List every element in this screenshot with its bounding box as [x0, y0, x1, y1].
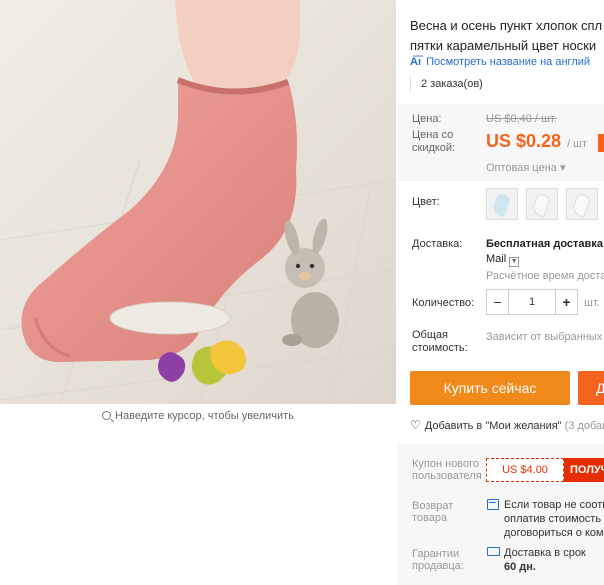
returns-line-1: Если товар не соотв [504, 499, 604, 511]
price-label: Цена: [412, 113, 442, 125]
total-label-line-1: Общая [412, 329, 448, 341]
total-label-line-2: стоимость: [412, 342, 468, 354]
coupon-label-line-1: Купон нового [412, 458, 480, 470]
translate-icon: A͞ı [410, 56, 421, 68]
returns-line-3: договориться о ком [504, 527, 604, 539]
translate-link-text: Посмотреть название на англий [426, 56, 591, 68]
buy-now-button[interactable]: Купить сейчас [410, 371, 570, 405]
orders-count: 2 заказа(ов) [410, 76, 487, 92]
guarantee-label: Гарантии продавца: [412, 548, 464, 572]
product-info-panel: Весна и осень пункт хлопок спл пятки кар… [398, 0, 604, 585]
sock-icon [530, 192, 552, 218]
returns-label-line-1: Возврат [412, 500, 454, 512]
shipping-carrier-select[interactable]: Mail ▼ [486, 253, 520, 267]
product-title: Весна и осень пункт хлопок спл пятки кар… [410, 16, 604, 56]
get-coupon-button[interactable]: ПОЛУЧ [564, 458, 604, 482]
coupon-label: Купон нового пользователя [412, 458, 482, 482]
heart-icon: ♡ [410, 418, 421, 432]
sock-icon [490, 192, 512, 218]
discount-label-line-1: Цена со [412, 129, 454, 141]
color-swatch-white-2[interactable] [566, 188, 598, 220]
translate-link[interactable]: A͞ı Посмотреть название на англий [410, 56, 590, 68]
truck-icon [487, 547, 500, 556]
shipping-value: Бесплатная доставка в [486, 238, 604, 250]
returns-line-2: оплатив стоимость с [504, 513, 604, 525]
total-label: Общая стоимость: [412, 329, 468, 355]
total-value: Зависит от выбранных [486, 331, 603, 343]
zoom-hint: Наведите курсор, чтобы увеличить [0, 410, 396, 422]
price-unit: / шт [567, 138, 588, 150]
discount-label-line-2: скидкой: [412, 142, 456, 154]
add-to-wishlist-link[interactable]: ♡ Добавить в "Мои желания" (3 добав [410, 418, 604, 432]
quantity-unit: шт. [584, 297, 600, 309]
guarantee-text: Доставка в срок 60 дн. [504, 546, 586, 574]
quantity-stepper: − 1 + [486, 289, 578, 315]
add-to-cart-button[interactable]: Д [578, 371, 604, 405]
returns-label-line-2: товара [412, 512, 448, 524]
coupon-label-line-2: пользователя [412, 470, 482, 482]
chevron-down-icon: ▼ [509, 257, 520, 267]
product-photo-illustration [0, 0, 396, 404]
guarantee-line-1: Доставка в срок [504, 547, 586, 559]
coupon-amount: US $4.00 [486, 458, 564, 482]
quantity-input[interactable]: 1 [509, 290, 555, 314]
wholesale-price-link[interactable]: Оптовая цена ▾ [486, 161, 565, 174]
shipping-carrier: Mail [486, 253, 507, 265]
color-swatch-white[interactable] [526, 188, 558, 220]
shipping-label: Доставка: [412, 238, 463, 250]
guarantee-label-line-2: продавца: [412, 560, 464, 572]
product-image[interactable] [0, 0, 396, 404]
wishlist-label: Добавить в "Мои желания" [424, 420, 562, 432]
shipping-estimate: Расчётное время доставки [486, 270, 604, 282]
magnifier-icon [102, 411, 112, 420]
product-title-line-1: Весна и осень пункт хлопок спл [410, 18, 603, 33]
returns-text: Если товар не соотв оплатив стоимость с … [504, 498, 604, 540]
price-block: Цена: US $0,40 / шт. Цена со скидкой: US… [398, 104, 604, 180]
guarantee-line-2: 60 дн. [504, 561, 536, 573]
discount-price-value: US $0.28 [486, 131, 562, 151]
return-box-icon [487, 499, 499, 510]
returns-label: Возврат товара [412, 500, 453, 524]
quantity-label: Количество: [412, 297, 475, 309]
zoom-hint-text: Наведите курсор, чтобы увеличить [115, 410, 294, 422]
discount-price-label: Цена со скидкой: [412, 129, 455, 155]
discount-price: US $0.28 / шт [486, 131, 587, 152]
color-swatch-sky-blue[interactable] [486, 188, 518, 220]
color-label: Цвет: [412, 196, 440, 208]
discount-tag [598, 134, 604, 152]
quantity-decrease-button[interactable]: − [487, 290, 509, 314]
wishlist-count: (3 добав [564, 420, 604, 432]
quantity-increase-button[interactable]: + [555, 290, 577, 314]
sock-icon [570, 192, 592, 218]
old-price: US $0,40 / шт. [486, 113, 557, 125]
guarantee-label-line-1: Гарантии [412, 548, 460, 560]
divider [398, 180, 604, 181]
product-title-line-2: пятки карамельный цвет носки [410, 38, 597, 53]
